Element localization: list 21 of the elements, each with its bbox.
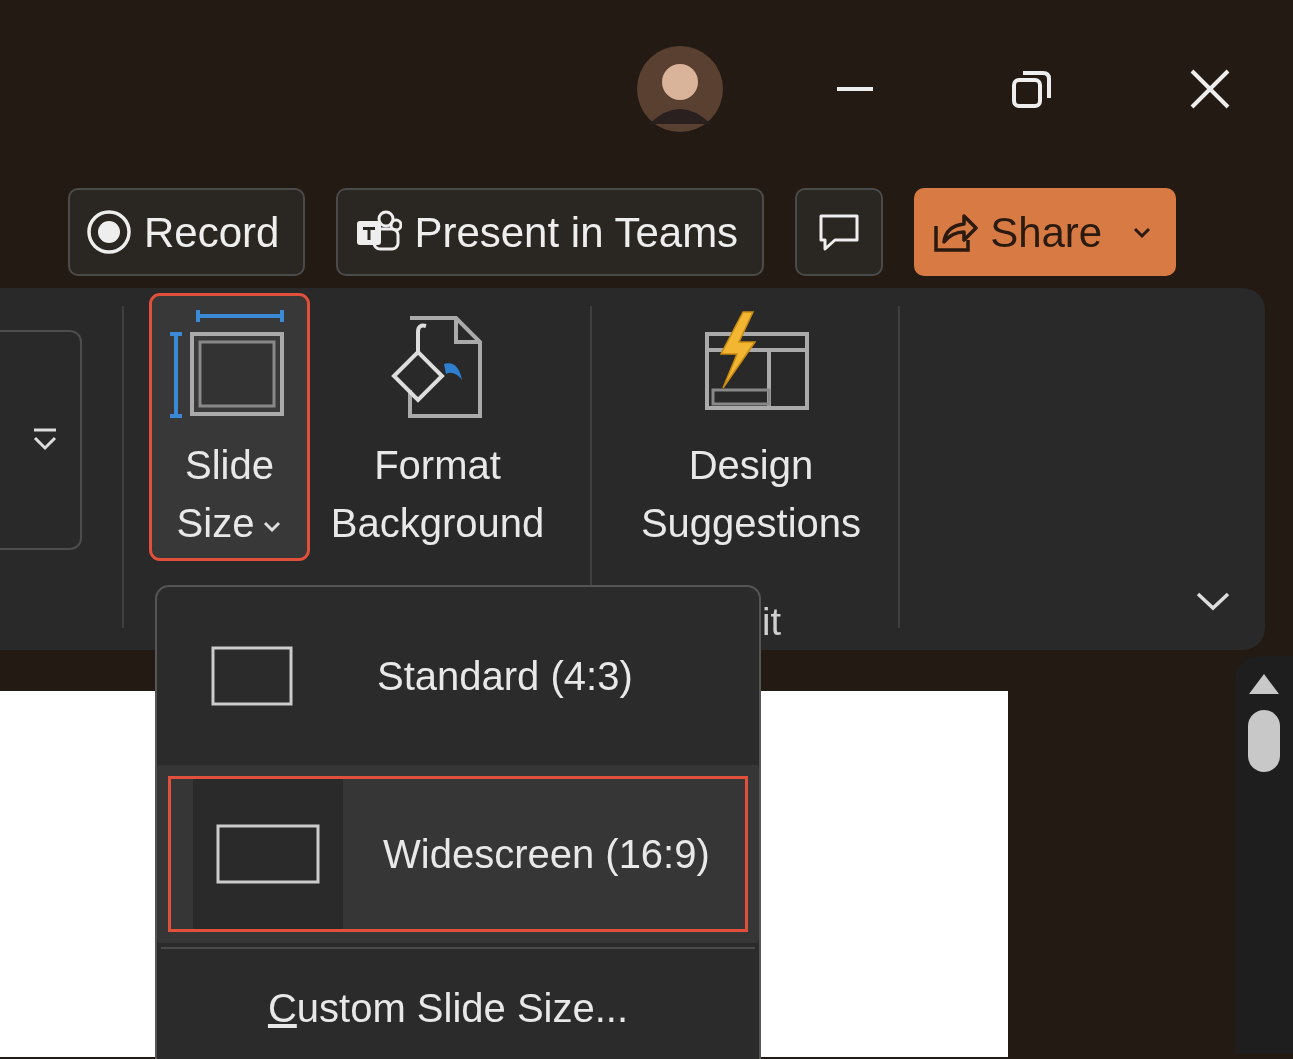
record-button[interactable]: Record [68,188,306,276]
rectangle-icon [216,824,320,884]
menu-item[interactable]: Widescreen (16:9) [157,765,759,943]
collapse-ribbon-icon[interactable] [1195,590,1231,612]
speech-bubble-icon [817,212,862,252]
share-button[interactable]: Share [914,188,1177,276]
menu-item[interactable]: Standard (4:3) [157,587,759,765]
avatar[interactable] [637,46,723,132]
slide-size-button[interactable]: Slide Size [152,296,307,558]
record-icon [86,209,132,255]
restore-icon[interactable] [1011,68,1053,110]
group-label: it [762,600,781,645]
close-icon[interactable] [1189,68,1231,110]
menu-item[interactable]: Custom Slide Size... [157,953,759,1059]
rectangle-icon [211,646,293,706]
comment-button[interactable] [795,188,884,276]
scrollbar-thumb[interactable] [1248,710,1280,772]
scroll-up-icon[interactable] [1247,672,1281,696]
design-suggestions-button[interactable]: Design Suggestions [620,296,882,558]
present-in-teams-button[interactable]: Present in Teams [336,188,765,276]
format-background-button[interactable]: Format Background [315,296,560,558]
